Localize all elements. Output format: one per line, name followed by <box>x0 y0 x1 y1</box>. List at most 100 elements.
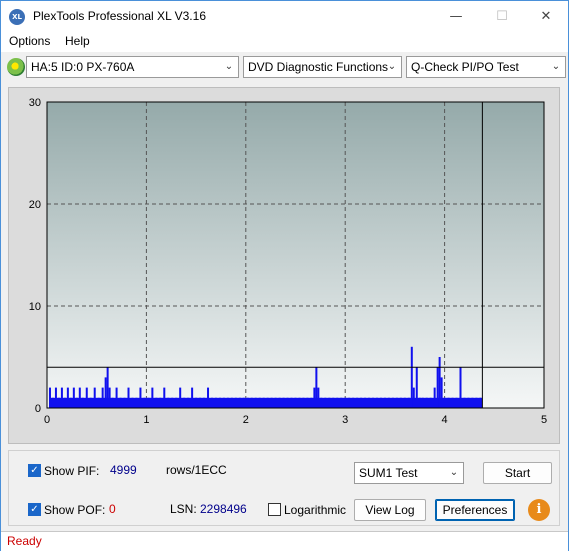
logarithmic-label: Logarithmic <box>284 503 347 517</box>
bar <box>179 387 182 408</box>
bar <box>159 397 162 408</box>
function-select[interactable]: DVD Diagnostic Functions ⌄ <box>243 56 402 78</box>
pof-value: 0 <box>109 502 116 516</box>
bar <box>242 397 245 408</box>
show-pof-checkbox[interactable]: ✓ <box>28 503 41 516</box>
title-bar: XL PlexTools Professional XL V3.16 — ☐ ✕ <box>1 1 568 32</box>
sum-test-select[interactable]: SUM1 Test ⌄ <box>354 462 464 484</box>
view-log-button[interactable]: View Log <box>354 499 426 521</box>
app-window: XL PlexTools Professional XL V3.16 — ☐ ✕… <box>0 0 569 551</box>
bar <box>85 387 88 408</box>
bar <box>203 397 206 408</box>
bar <box>230 397 233 408</box>
y-tick-label: 20 <box>29 199 41 211</box>
preferences-button[interactable]: Preferences <box>435 499 515 521</box>
status-bar: Ready <box>1 531 568 551</box>
bar <box>183 397 186 408</box>
bar <box>69 397 72 408</box>
bar <box>421 397 424 408</box>
test-select[interactable]: Q-Check PI/PO Test ⌄ <box>406 56 566 78</box>
show-pif-checkbox[interactable]: ✓ <box>28 464 41 477</box>
bar <box>119 397 122 408</box>
maximize-button[interactable]: ☐ <box>479 1 525 32</box>
bar <box>294 397 297 408</box>
x-tick-label: 2 <box>243 414 249 426</box>
bar <box>391 397 394 408</box>
bar <box>290 397 293 408</box>
bar <box>155 397 158 408</box>
x-tick-label: 0 <box>44 414 50 426</box>
drive-select[interactable]: HA:5 ID:0 PX-760A ⌄ <box>26 56 239 78</box>
bar <box>328 397 331 408</box>
minimize-button[interactable]: — <box>433 1 479 32</box>
bar <box>429 397 432 408</box>
bar <box>317 387 320 408</box>
bar <box>211 397 214 408</box>
menu-help[interactable]: Help <box>65 34 90 48</box>
bar <box>143 397 146 408</box>
bar <box>274 397 277 408</box>
bar <box>336 397 339 408</box>
controls-panel: ✓ Show PIF: 4999 rows/1ECC SUM1 Test ⌄ S… <box>8 450 560 526</box>
bar <box>81 397 84 408</box>
bar <box>48 387 51 408</box>
chevron-down-icon: ⌄ <box>449 467 459 478</box>
x-tick-label: 4 <box>442 414 448 426</box>
logarithmic-checkbox[interactable] <box>268 503 281 516</box>
bar <box>111 397 114 408</box>
bar <box>131 397 134 408</box>
bar <box>147 397 150 408</box>
pif-value: 4999 <box>110 463 137 477</box>
bar <box>364 397 367 408</box>
close-button[interactable]: ✕ <box>523 1 569 32</box>
bar <box>135 397 138 408</box>
bar <box>75 397 78 408</box>
x-tick-label: 5 <box>541 414 547 426</box>
bar <box>310 397 313 408</box>
bar <box>298 397 301 408</box>
bar <box>383 397 386 408</box>
menu-options[interactable]: Options <box>9 34 50 48</box>
bar <box>262 397 265 408</box>
bar <box>306 397 309 408</box>
bar <box>282 397 285 408</box>
bar <box>93 387 96 408</box>
bar <box>360 397 363 408</box>
plot-area <box>47 102 544 408</box>
bar <box>163 387 166 408</box>
bar <box>340 397 343 408</box>
bar <box>387 397 390 408</box>
bar <box>352 397 355 408</box>
bar <box>425 397 428 408</box>
x-axis: 0 1 2 3 4 5 <box>44 414 547 426</box>
bar <box>104 377 107 408</box>
bar <box>403 397 406 408</box>
toolbar: HA:5 ID:0 PX-760A ⌄ DVD Diagnostic Funct… <box>1 53 568 83</box>
bar <box>89 397 92 408</box>
bar <box>234 397 237 408</box>
bar <box>60 387 63 408</box>
bar <box>372 397 375 408</box>
bar <box>167 397 170 408</box>
bar <box>214 397 217 408</box>
bar <box>278 397 281 408</box>
start-button[interactable]: Start <box>483 462 552 484</box>
info-icon[interactable]: i <box>528 499 550 521</box>
bar <box>57 397 60 408</box>
test-select-value: Q-Check PI/PO Test <box>411 60 519 74</box>
bar <box>455 397 458 408</box>
lsn-label: LSN: <box>170 502 197 516</box>
bar <box>222 397 225 408</box>
bar <box>379 397 382 408</box>
bar <box>412 387 415 408</box>
bar <box>407 397 410 408</box>
bar <box>440 377 443 408</box>
y-tick-label: 30 <box>29 97 41 109</box>
bar <box>471 397 474 408</box>
bar <box>238 397 241 408</box>
status-text: Ready <box>7 534 42 548</box>
bar <box>286 397 289 408</box>
bar <box>101 387 104 408</box>
bar <box>395 397 398 408</box>
y-tick-label: 10 <box>29 301 41 313</box>
